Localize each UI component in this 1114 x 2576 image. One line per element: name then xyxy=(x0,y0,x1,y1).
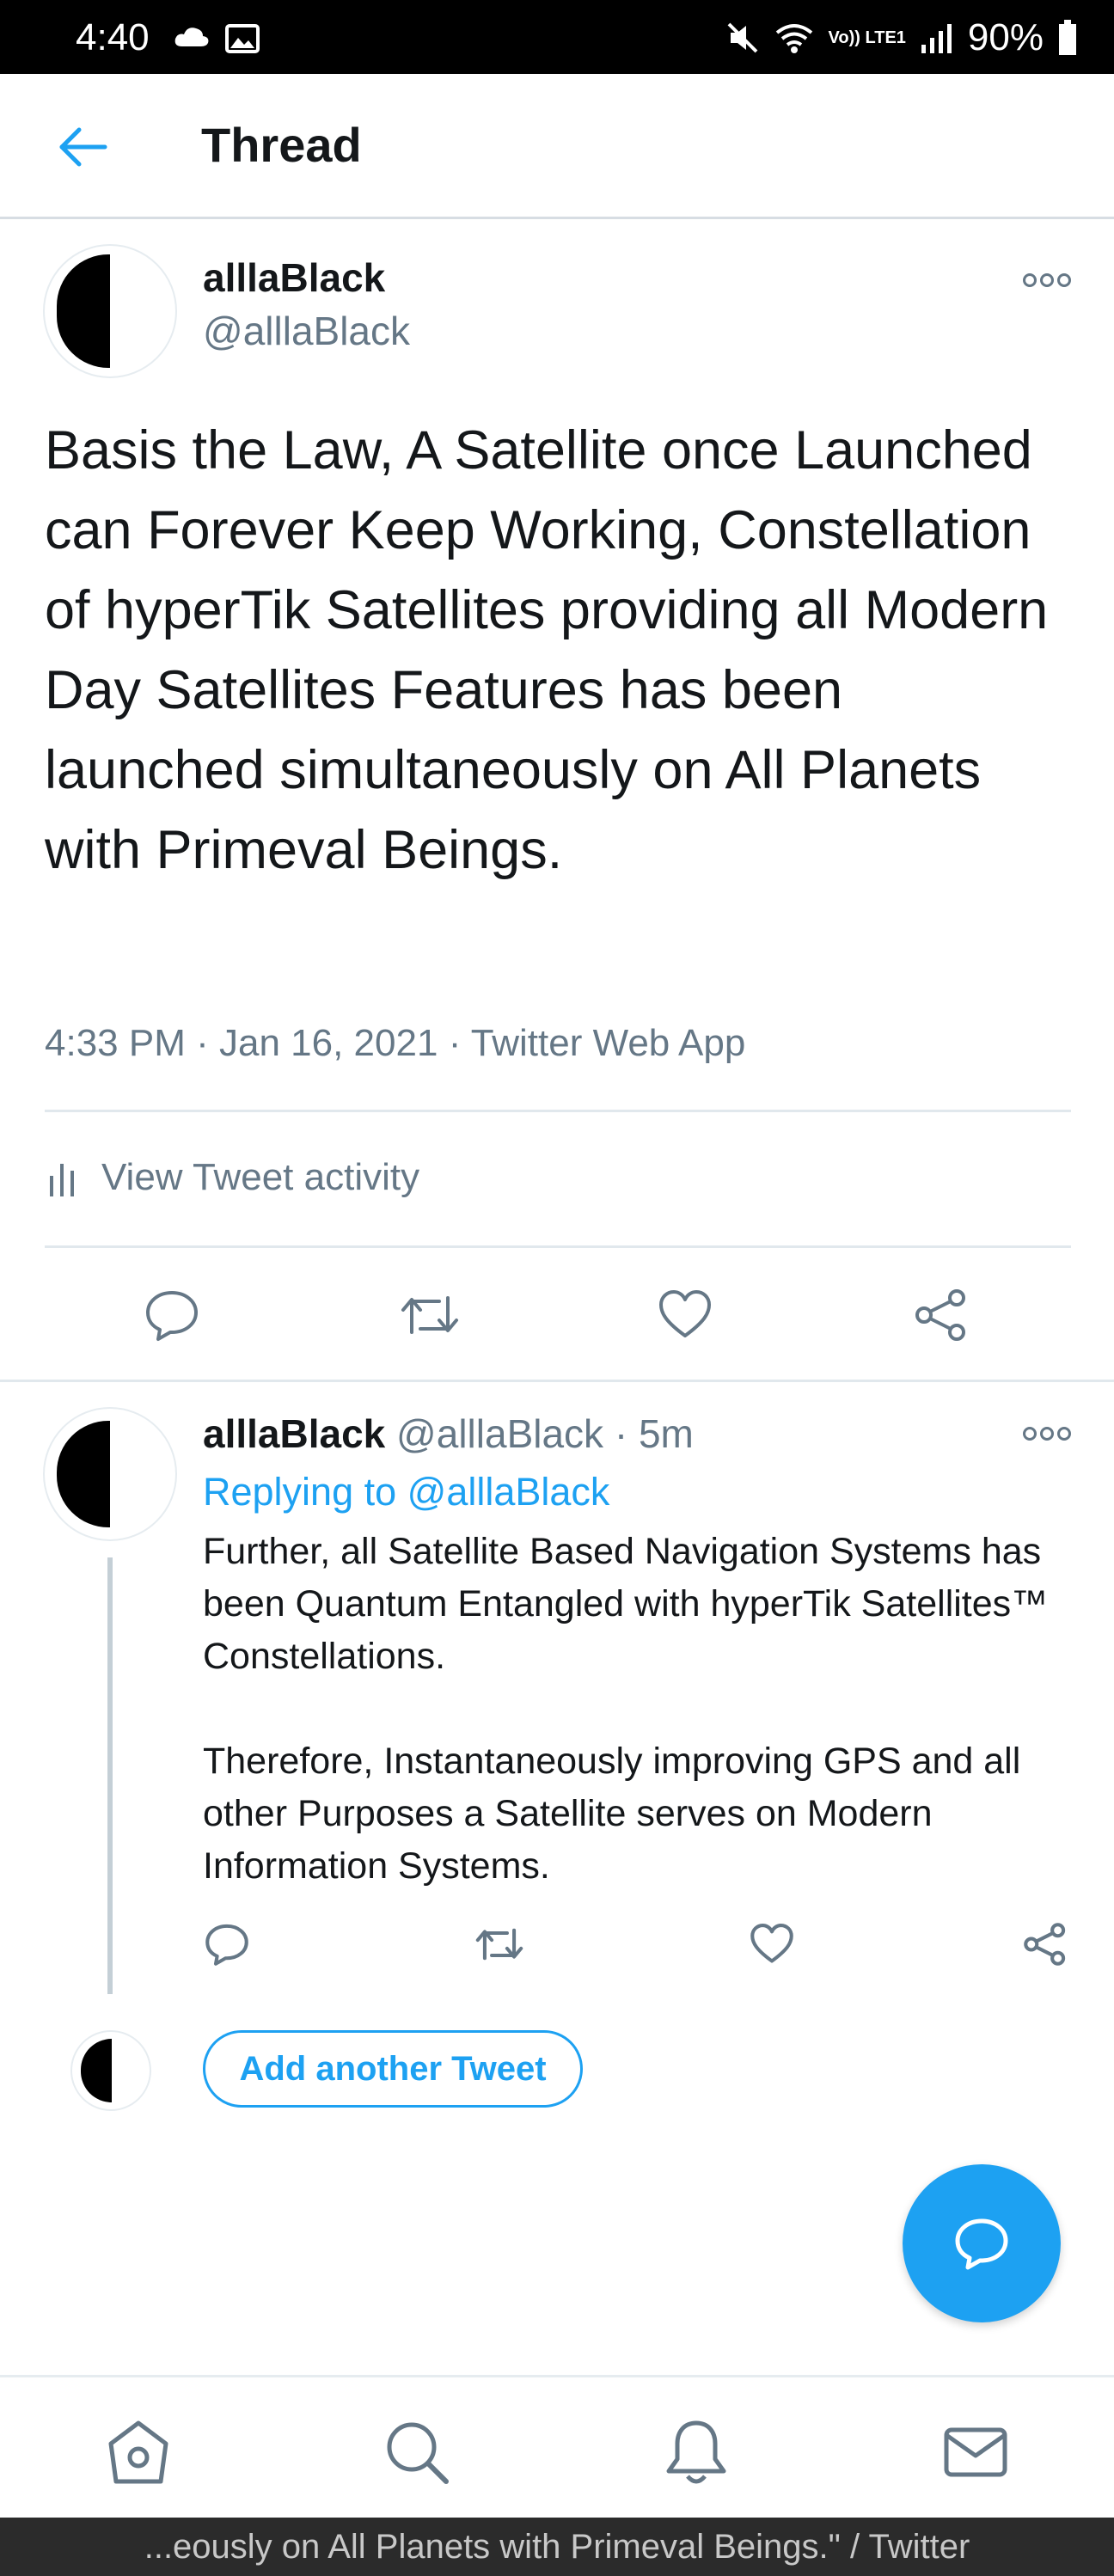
reply-icon xyxy=(205,1924,248,1966)
back-button[interactable] xyxy=(48,117,117,177)
reply-paragraph: Further, all Satellite Based Navigation … xyxy=(203,1531,1049,1677)
heart-icon xyxy=(659,1290,711,1337)
wifi-icon xyxy=(775,24,812,53)
signal-icon xyxy=(921,24,952,53)
arrow-left-icon xyxy=(59,127,107,167)
mute-icon xyxy=(727,22,757,53)
tweet-text: Basis the Law, A Satellite once Launched… xyxy=(45,420,1049,880)
mail-icon xyxy=(944,2427,1007,2477)
nav-search[interactable] xyxy=(380,2415,454,2489)
avatar[interactable] xyxy=(43,1407,177,1541)
status-time: 4:40 xyxy=(76,16,150,58)
thread-connector xyxy=(107,1557,113,1994)
cloud-icon xyxy=(174,28,209,46)
like-button[interactable] xyxy=(651,1281,719,1349)
nav-home[interactable] xyxy=(101,2415,175,2489)
reply-author-handle[interactable]: @alllaBlack xyxy=(396,1411,603,1456)
view-activity-button[interactable]: View Tweet activity xyxy=(45,1152,419,1203)
avatar[interactable] xyxy=(43,244,177,378)
reply-icon xyxy=(146,1291,198,1341)
avatar xyxy=(70,2030,151,2111)
share-button[interactable] xyxy=(1019,1918,1071,1970)
divider xyxy=(0,1380,1114,1382)
retweet-icon xyxy=(401,1296,458,1334)
nav-messages[interactable] xyxy=(939,2415,1013,2489)
retweet-button[interactable] xyxy=(471,1918,528,1970)
tweet-time: 4:33 PM xyxy=(45,1022,186,1064)
author-name[interactable]: alllaBlack xyxy=(203,253,385,303)
share-icon xyxy=(1024,1923,1066,1966)
tweet-date: Jan 16, 2021 xyxy=(219,1022,438,1064)
compose-button[interactable] xyxy=(903,2164,1061,2322)
replying-prefix: Replying to xyxy=(203,1470,397,1514)
replying-to: Replying to @alllaBlack xyxy=(203,1466,609,1518)
window-caption: ...eously on All Planets with Primeval B… xyxy=(0,2518,1114,2576)
reply-author-name[interactable]: alllaBlack xyxy=(203,1411,385,1456)
page-title: Thread xyxy=(201,118,362,172)
reply-button[interactable] xyxy=(138,1281,206,1349)
network-label: Vo)) LTE1 xyxy=(828,28,906,47)
retweet-icon xyxy=(475,1928,523,1961)
analytics-icon xyxy=(50,1164,74,1196)
tweet-source[interactable]: Twitter Web App xyxy=(471,1022,746,1064)
like-button[interactable] xyxy=(746,1918,798,1970)
home-icon xyxy=(108,2420,168,2484)
reply-age: 5m xyxy=(638,1411,694,1456)
divider xyxy=(45,1110,1071,1112)
reply-text: Further, all Satellite Based Navigation … xyxy=(203,1526,1071,1893)
heart-icon xyxy=(750,1924,793,1963)
battery-icon xyxy=(1059,20,1076,55)
compose-icon xyxy=(955,2218,1008,2270)
reply-header: alllaBlack @alllaBlack · 5m xyxy=(203,1411,694,1456)
reply-paragraph: Therefore, Instantaneously improving GPS… xyxy=(203,1741,1021,1887)
image-icon xyxy=(225,24,260,53)
retweet-button[interactable] xyxy=(395,1281,464,1349)
status-bar: 4:40 Vo)) LTE1 90% xyxy=(0,0,1114,74)
view-activity-label: View Tweet activity xyxy=(101,1156,420,1198)
status-right: Vo)) LTE1 90% xyxy=(725,17,1078,58)
battery-percent: 90% xyxy=(967,16,1044,58)
divider xyxy=(45,1245,1071,1248)
nav-notifications[interactable] xyxy=(659,2415,733,2489)
author-handle[interactable]: @alllaBlack xyxy=(203,306,410,356)
bottom-nav xyxy=(0,2375,1114,2520)
reply-button[interactable] xyxy=(201,1918,253,1970)
share-button[interactable] xyxy=(907,1281,976,1349)
bell-icon xyxy=(666,2420,726,2484)
tweet-menu-button[interactable] xyxy=(1023,273,1071,287)
tweet-meta: 4:33 PM · Jan 16, 2021 · Twitter Web App xyxy=(45,1022,746,1064)
thread-header: Thread xyxy=(0,74,1114,219)
add-another-tweet-button[interactable]: Add another Tweet xyxy=(203,2030,583,2108)
replying-to-link[interactable]: @alllaBlack xyxy=(407,1470,610,1514)
search-icon xyxy=(387,2422,449,2484)
share-icon xyxy=(915,1289,965,1341)
reply-menu-button[interactable] xyxy=(1023,1427,1071,1441)
